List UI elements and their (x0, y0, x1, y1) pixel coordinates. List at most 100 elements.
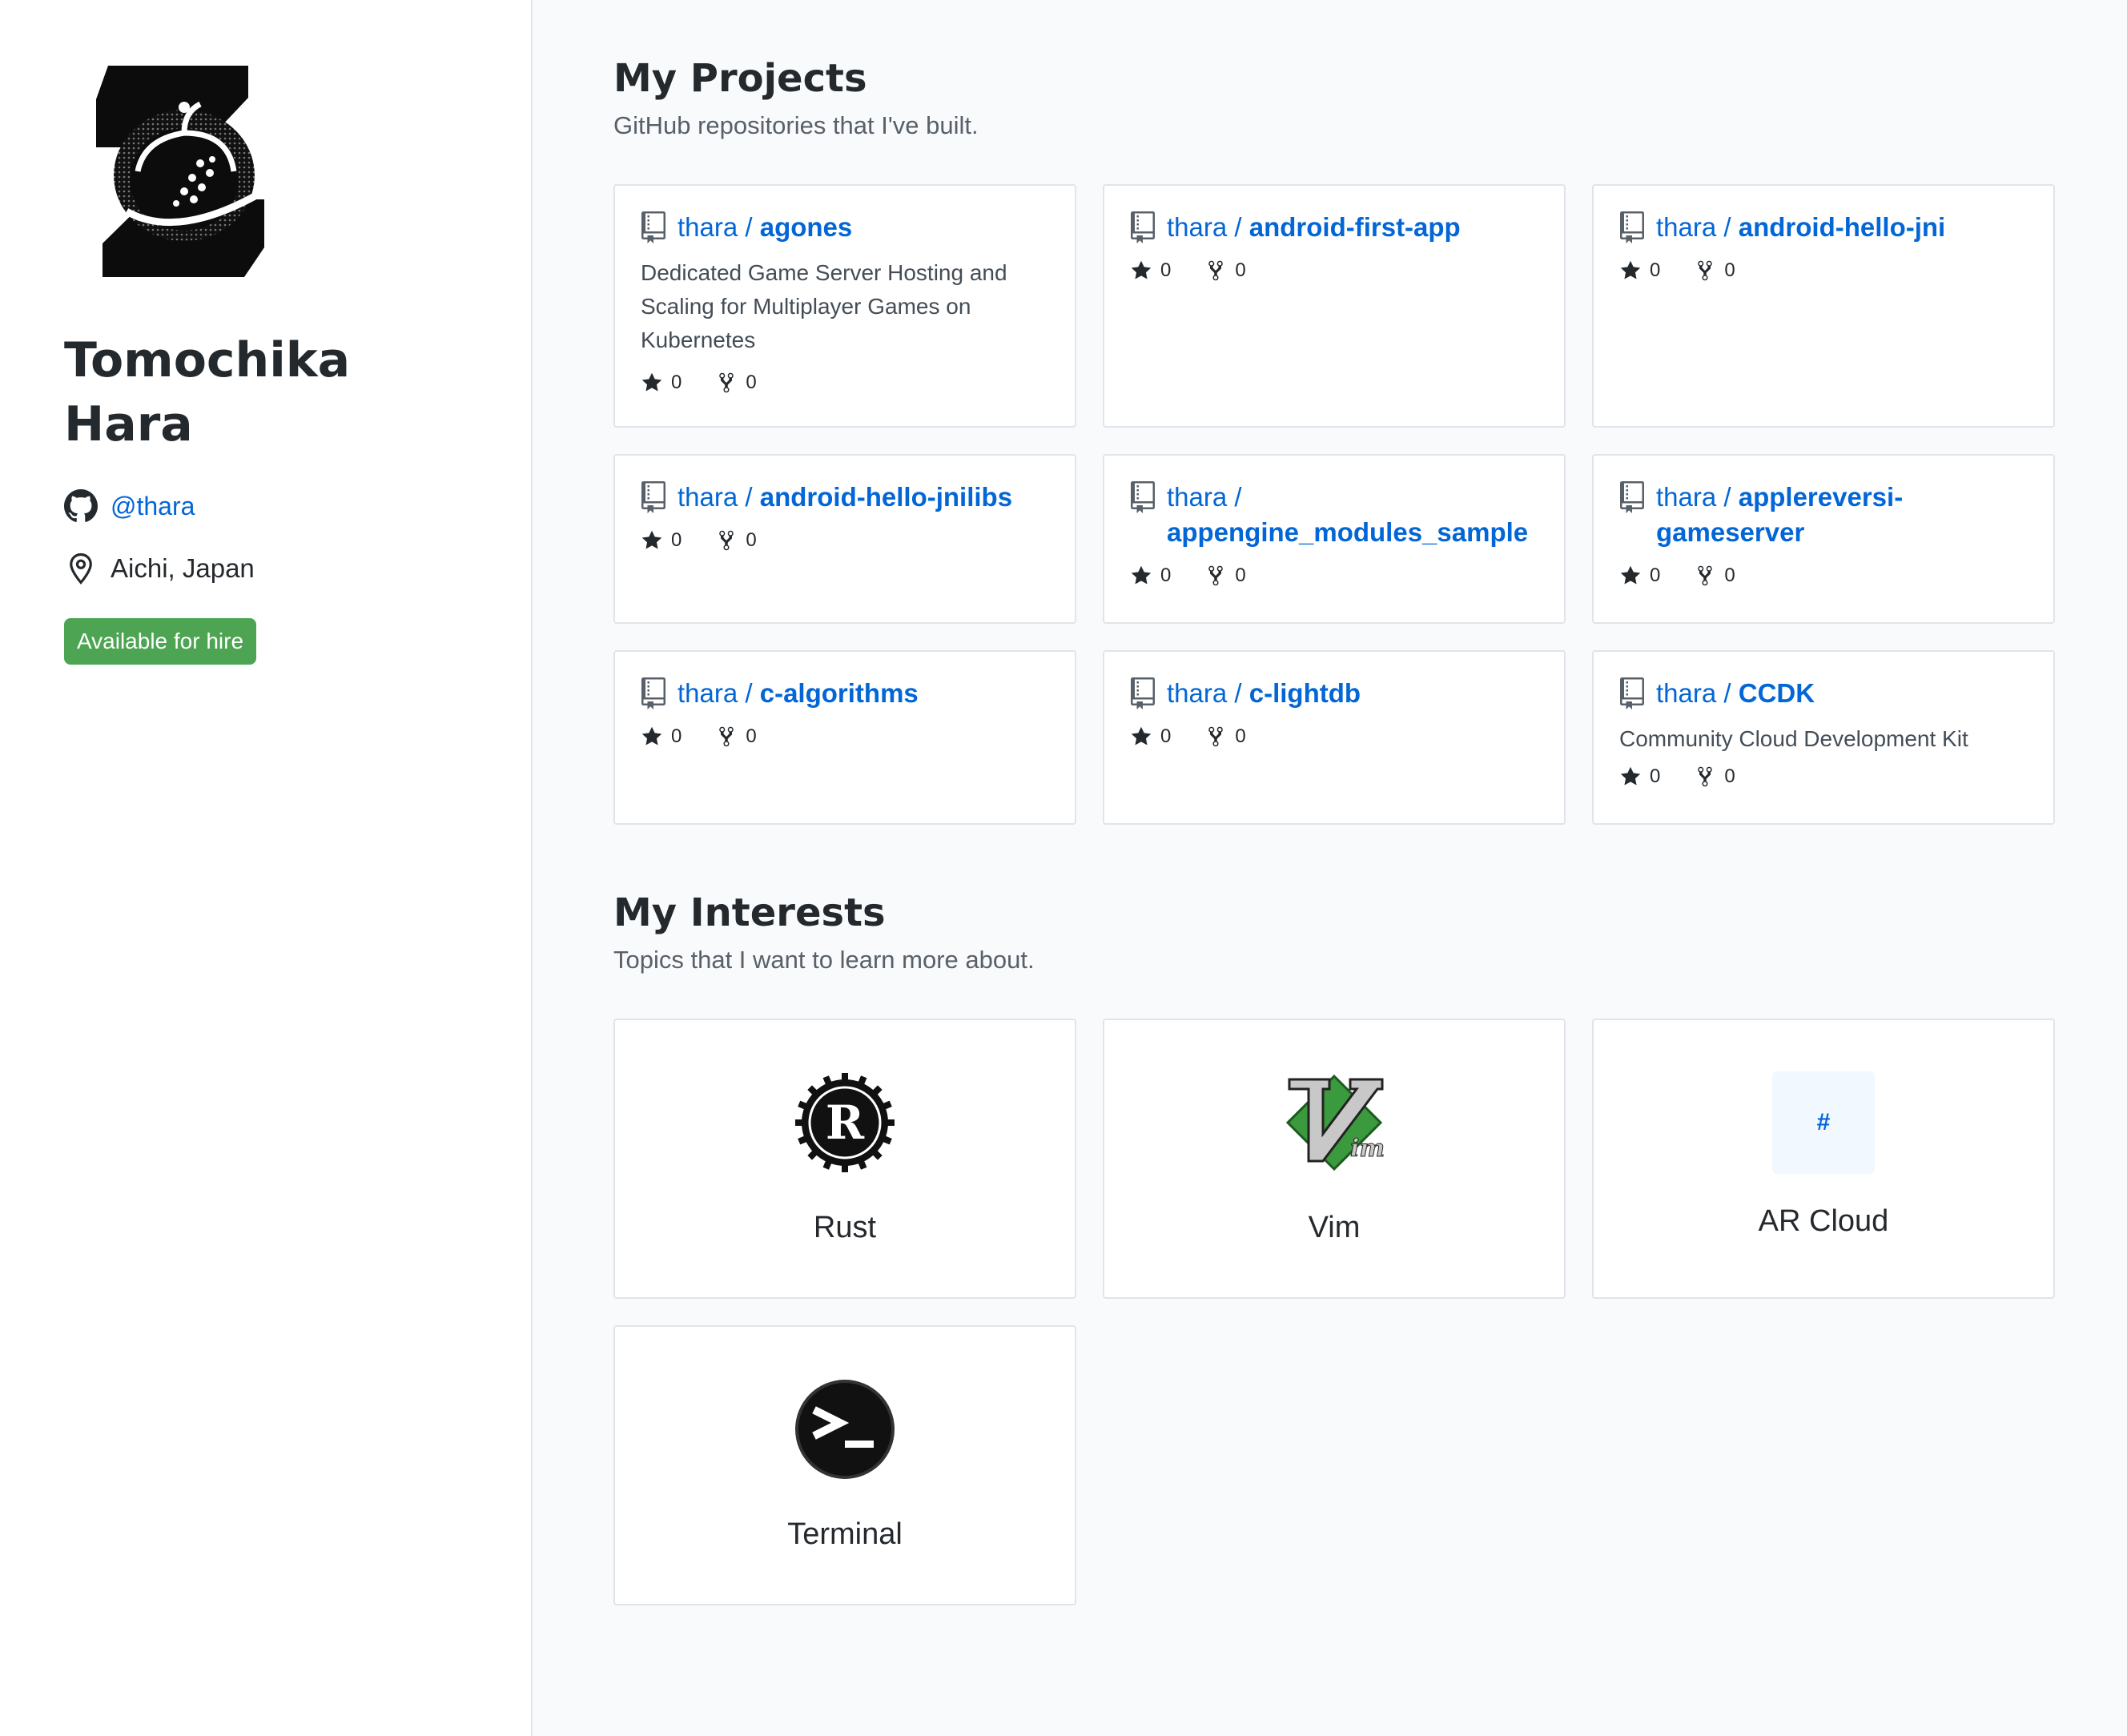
rust-logo-icon: R (795, 1073, 895, 1172)
star-icon (1131, 726, 1152, 745)
star-count: 0 (1160, 725, 1172, 747)
star-icon (641, 372, 662, 392)
repo-link[interactable]: thara / c-lightdb (1167, 676, 1361, 711)
terminal-icon (795, 1380, 895, 1479)
repo-link[interactable]: thara / CCDK (1656, 676, 1815, 711)
github-row: @thara (64, 488, 531, 524)
topic-label: Vim (1308, 1211, 1361, 1244)
location-pin-icon (70, 553, 92, 585)
repo-card[interactable]: thara / c-algorithms 0 0 (613, 650, 1076, 825)
repo-link[interactable]: thara / appengine_modules_sample (1130, 480, 1538, 550)
star-icon (641, 530, 662, 549)
star-count: 0 (671, 725, 682, 747)
repo-icon (641, 211, 665, 243)
star-count: 0 (1160, 565, 1172, 586)
projects-title: My Projects (613, 56, 867, 101)
topic-card-ar-cloud[interactable]: # AR Cloud (1592, 1019, 2055, 1299)
topic-card-rust[interactable]: R Rust (613, 1019, 1076, 1299)
repo-stats: 0 0 (1619, 565, 2028, 587)
repo-stats: 0 0 (1130, 725, 1538, 748)
star-count: 0 (1650, 766, 1661, 787)
fork-count: 0 (1724, 259, 1735, 281)
repo-owner: thara (1656, 678, 1717, 708)
repo-card[interactable]: thara / applereversi-gameserver 0 0 (1592, 454, 2055, 624)
repo-owner: thara (1167, 678, 1228, 708)
fork-icon (719, 372, 734, 393)
star-icon (1620, 565, 1641, 585)
topic-label: AR Cloud (1758, 1204, 1889, 1238)
topic-card-vim[interactable]: im Vim (1103, 1019, 1566, 1299)
repo-card[interactable]: thara / appengine_modules_sample 0 0 (1103, 454, 1566, 624)
repo-link[interactable]: thara / android-first-app (1167, 210, 1461, 245)
github-handle-link[interactable]: @thara (111, 492, 195, 521)
star-count: 0 (1650, 565, 1661, 586)
profile-name: Tomochika Hara (64, 332, 351, 452)
repo-description: Dedicated Game Server Hosting and Scalin… (641, 260, 1007, 352)
repo-stats: 0 0 (1619, 766, 2028, 788)
repo-card[interactable]: thara / android-hello-jnilibs 0 0 (613, 454, 1076, 624)
fork-count: 0 (1724, 766, 1735, 787)
star-icon (1131, 565, 1152, 585)
repo-stats: 0 0 (1130, 259, 1538, 282)
repo-link[interactable]: thara / agones (678, 210, 852, 245)
repo-card[interactable]: thara / CCDK Community Cloud Development… (1592, 650, 2055, 825)
repo-title: c-lightdb (1248, 678, 1361, 708)
repo-icon (1620, 211, 1644, 243)
repo-icon (1131, 677, 1155, 709)
repo-icon (1131, 211, 1155, 243)
projects-subtitle: GitHub repositories that I've built. (613, 111, 979, 139)
repo-link[interactable]: thara / applereversi-gameserver (1619, 480, 2028, 550)
repo-stats: 0 0 (1130, 565, 1538, 587)
topic-card-terminal[interactable]: Terminal (613, 1325, 1076, 1605)
interests-subtitle: Topics that I want to learn more about. (613, 946, 1035, 974)
topic-label: Terminal (787, 1517, 903, 1551)
location-row: Aichi, Japan (64, 551, 531, 586)
star-count: 0 (671, 529, 682, 551)
repo-card[interactable]: thara / agones Dedicated Game Server Hos… (613, 184, 1076, 428)
repo-card[interactable]: thara / android-hello-jni 0 0 (1592, 184, 2055, 428)
fork-icon (719, 530, 734, 551)
projects-grid: thara / agones Dedicated Game Server Hos… (613, 184, 2055, 825)
avatar (96, 66, 264, 277)
repo-icon (1620, 677, 1644, 709)
repo-stats: 0 0 (641, 529, 1049, 552)
interests-grid: R Rust im Vim # AR Cloud Terminal (613, 1019, 2055, 1605)
repo-link[interactable]: thara / android-hello-jni (1656, 210, 1945, 245)
github-icon (64, 489, 98, 522)
repo-title: android-hello-jnilibs (759, 482, 1013, 512)
main-content: My Projects GitHub repositories that I'v… (533, 0, 2127, 1736)
repo-title: android-hello-jni (1738, 212, 1946, 242)
fork-count: 0 (1235, 725, 1246, 747)
repo-link[interactable]: thara / android-hello-jnilibs (678, 480, 1012, 515)
repo-stats: 0 0 (1619, 259, 2028, 282)
fork-count: 0 (746, 725, 757, 747)
fork-icon (1208, 260, 1224, 281)
repo-icon (641, 481, 665, 513)
repo-title: agones (759, 212, 853, 242)
profile-sidebar: Tomochika Hara @thara Aichi, Japan Avail… (0, 0, 533, 1736)
fork-icon (1208, 726, 1224, 747)
repo-card[interactable]: thara / android-first-app 0 0 (1103, 184, 1566, 428)
star-count: 0 (1650, 259, 1661, 281)
repo-link[interactable]: thara / c-algorithms (678, 676, 919, 711)
repo-owner: thara (1167, 482, 1228, 512)
star-count: 0 (671, 372, 682, 393)
star-icon (1620, 766, 1641, 786)
star-count: 0 (1160, 259, 1172, 281)
star-icon (1620, 260, 1641, 279)
repo-owner: thara (1656, 482, 1717, 512)
repo-description: Community Cloud Development Kit (1619, 726, 1968, 751)
repo-title: CCDK (1738, 678, 1815, 708)
repo-title: c-algorithms (759, 678, 919, 708)
hire-badge: Available for hire (64, 618, 257, 665)
repo-owner: thara (1656, 212, 1717, 242)
fork-count: 0 (1724, 565, 1735, 586)
page: Tomochika Hara @thara Aichi, Japan Avail… (0, 0, 2127, 1736)
repo-owner: thara (1167, 212, 1228, 242)
repo-icon (641, 677, 665, 709)
repo-owner: thara (678, 212, 738, 242)
fork-icon (719, 726, 734, 747)
repo-title: appengine_modules_sample (1167, 517, 1529, 547)
repo-owner: thara (678, 678, 738, 708)
repo-card[interactable]: thara / c-lightdb 0 0 (1103, 650, 1566, 825)
